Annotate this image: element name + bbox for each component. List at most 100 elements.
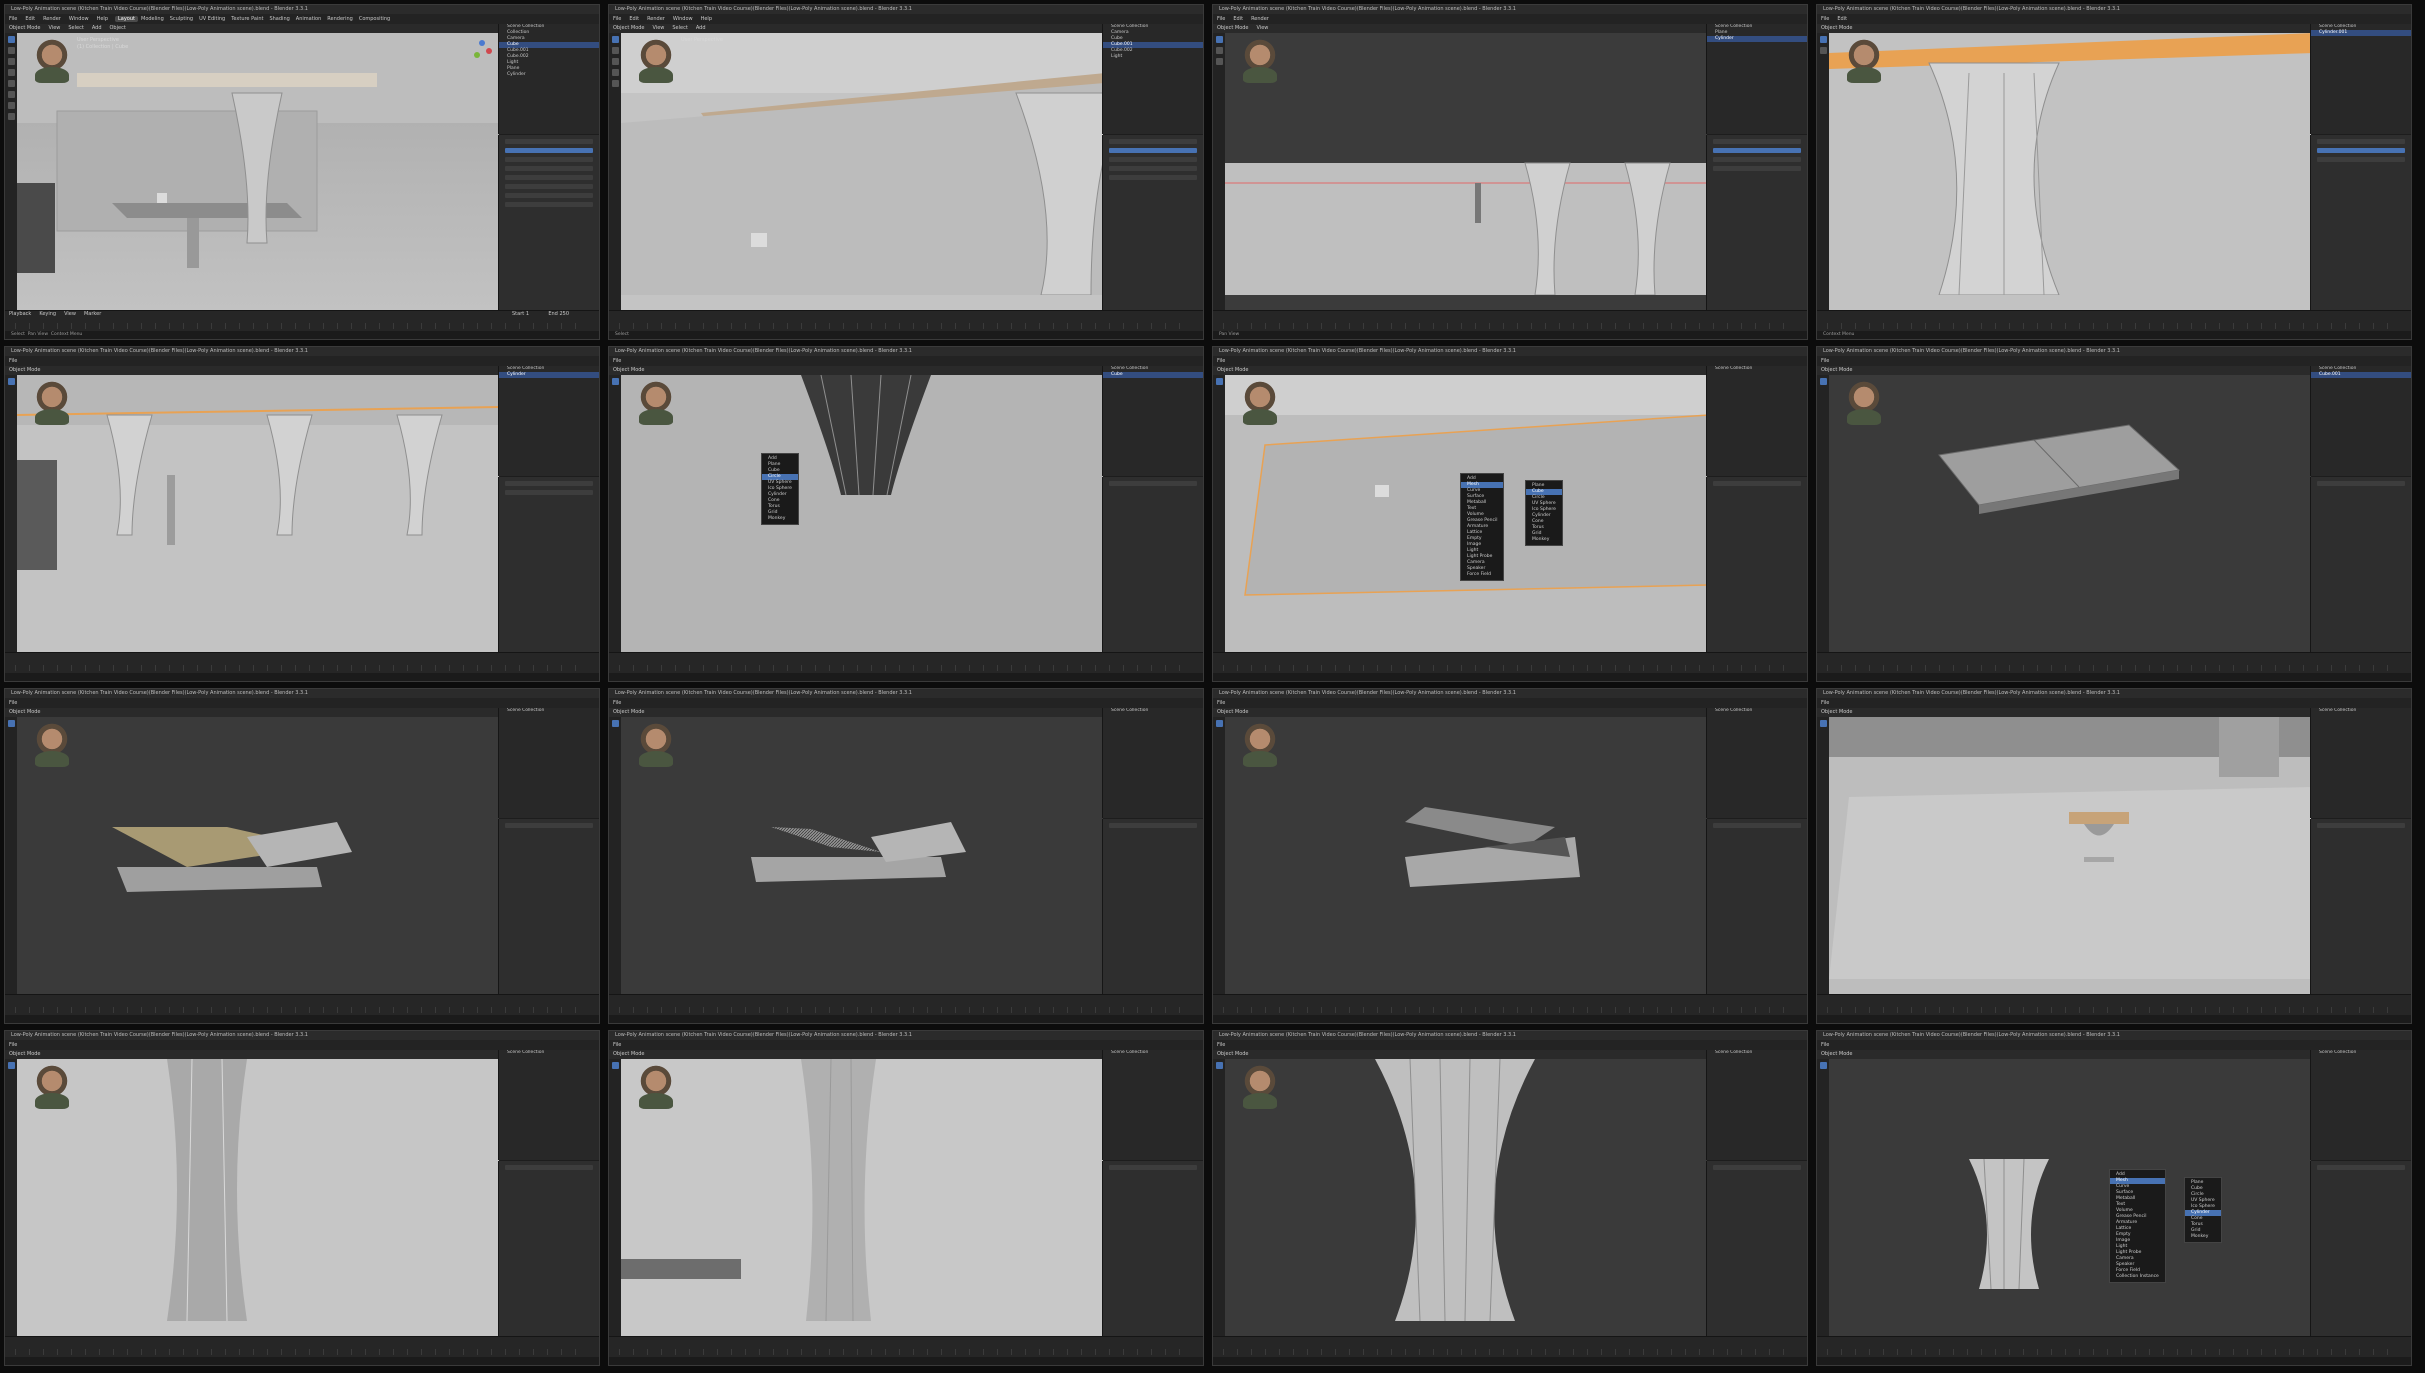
3d-viewport[interactable] [1225, 717, 1707, 995]
measure-tool-icon[interactable] [7, 113, 15, 120]
menu-file[interactable]: File [5, 358, 21, 364]
timeline[interactable] [1817, 652, 2411, 673]
outliner-item[interactable]: Cube [1103, 372, 1203, 378]
timeline[interactable] [609, 310, 1203, 331]
menu-file[interactable]: File [1817, 700, 1833, 706]
outliner-item[interactable]: Cylinder [499, 372, 599, 378]
timeline[interactable] [5, 994, 599, 1015]
menu-edit[interactable]: Edit [21, 16, 39, 22]
3d-viewport[interactable] [1829, 717, 2311, 995]
tab-shading[interactable]: Shading [266, 16, 292, 22]
select-tool-icon[interactable] [1215, 720, 1223, 727]
tab-texture-paint[interactable]: Texture Paint [228, 16, 266, 22]
timeline[interactable] [1817, 994, 2411, 1015]
outliner-item[interactable]: Cylinder [499, 72, 599, 78]
3d-viewport[interactable]: Add Mesh Curve Surface Metaball Text Vol… [1829, 1059, 2311, 1337]
start-frame-field[interactable]: 1 [526, 311, 529, 317]
menu-file[interactable]: File [1817, 358, 1833, 364]
3d-viewport[interactable]: Add Mesh Curve Surface Metaball Text Vol… [1225, 375, 1707, 653]
menu-file[interactable]: File [609, 16, 625, 22]
mode-dropdown[interactable]: Object Mode [5, 1051, 45, 1057]
mode-dropdown[interactable]: Object Mode [1817, 1051, 1857, 1057]
timeline[interactable] [1213, 1336, 1807, 1357]
scale-tool-icon[interactable] [7, 80, 15, 87]
select-tool-icon[interactable] [1819, 1062, 1827, 1069]
outliner-item[interactable]: Light [1103, 54, 1203, 60]
menu-render[interactable]: Render [643, 16, 669, 22]
menu-file[interactable]: File [609, 358, 625, 364]
menu-file[interactable]: File [5, 16, 21, 22]
rotate-tool-icon[interactable] [611, 69, 619, 76]
menu-edit[interactable]: Edit [1229, 16, 1247, 22]
mode-dropdown[interactable]: Object Mode [609, 1051, 649, 1057]
add-menu[interactable]: Add [88, 25, 106, 31]
move-tool-icon[interactable] [1215, 58, 1223, 65]
mode-dropdown[interactable]: Object Mode [5, 367, 45, 373]
timeline[interactable] [1817, 1336, 2411, 1357]
menu-file[interactable]: File [1817, 16, 1833, 22]
outliner-item[interactable]: Cylinder [1707, 36, 1807, 42]
move-tool-icon[interactable] [611, 58, 619, 65]
select-tool-icon[interactable] [611, 378, 619, 385]
select-tool-icon[interactable] [7, 1062, 15, 1069]
navigation-gizmo-icon[interactable] [471, 39, 493, 61]
menu-item-force-field[interactable]: Force Field [1461, 572, 1503, 578]
timeline[interactable] [1213, 310, 1807, 331]
tab-animation[interactable]: Animation [293, 16, 325, 22]
3d-viewport[interactable] [1829, 375, 2311, 653]
menu-file[interactable]: File [1213, 16, 1229, 22]
select-tool-icon[interactable] [611, 1062, 619, 1069]
menu-file[interactable]: File [1213, 1042, 1229, 1048]
timeline[interactable] [1213, 994, 1807, 1015]
tab-compositing[interactable]: Compositing [356, 16, 393, 22]
timeline[interactable] [1817, 310, 2411, 331]
mode-dropdown[interactable]: Object Mode [1213, 25, 1253, 31]
menu-file[interactable]: File [1817, 1042, 1833, 1048]
select-tool-icon[interactable] [1819, 378, 1827, 385]
timeline[interactable] [5, 1336, 599, 1357]
mode-dropdown[interactable]: Object Mode [1817, 709, 1857, 715]
tab-layout[interactable]: Layout [115, 16, 138, 22]
menu-render[interactable]: Render [39, 16, 65, 22]
timeline[interactable] [609, 994, 1203, 1015]
select-tool-icon[interactable] [611, 720, 619, 727]
outliner-item[interactable]: Cube.001 [2311, 372, 2411, 378]
annotate-tool-icon[interactable] [7, 102, 15, 109]
cursor-tool-icon[interactable] [1819, 47, 1827, 54]
outliner-item[interactable]: Cylinder.001 [2311, 30, 2411, 36]
transform-tool-icon[interactable] [7, 91, 15, 98]
end-frame-field[interactable]: 250 [559, 311, 569, 317]
menu-item-monkey[interactable]: Monkey [762, 516, 798, 522]
menu-file[interactable]: File [609, 1042, 625, 1048]
mode-dropdown[interactable]: Object Mode [609, 367, 649, 373]
tab-modeling[interactable]: Modeling [138, 16, 167, 22]
3d-viewport[interactable] [621, 717, 1103, 995]
mode-dropdown[interactable]: Object Mode [1213, 709, 1253, 715]
3d-viewport[interactable]: Add Plane Cube Circle UV Sphere Ico Sphe… [621, 375, 1103, 653]
select-tool-icon[interactable] [611, 36, 619, 43]
3d-viewport[interactable] [1225, 33, 1707, 311]
3d-viewport[interactable]: User Perspective [621, 33, 1103, 311]
select-menu[interactable]: Select [668, 25, 691, 31]
timeline[interactable] [1213, 652, 1807, 673]
menu-render[interactable]: Render [1247, 16, 1273, 22]
select-tool-icon[interactable] [1819, 36, 1827, 43]
menu-file[interactable]: File [1213, 358, 1229, 364]
timeline-view[interactable]: View [60, 311, 80, 317]
select-tool-icon[interactable] [1215, 36, 1223, 43]
tab-uv-editing[interactable]: UV Editing [196, 16, 228, 22]
menu-help[interactable]: Help [93, 16, 112, 22]
timeline-playback[interactable]: Playback [5, 311, 35, 317]
cursor-tool-icon[interactable] [7, 47, 15, 54]
scale-tool-icon[interactable] [611, 80, 619, 87]
3d-viewport[interactable] [17, 1059, 499, 1337]
mode-dropdown[interactable]: Object Mode [5, 25, 45, 31]
menu-help[interactable]: Help [697, 16, 716, 22]
menu-item-monkey[interactable]: Monkey [1526, 537, 1562, 543]
menu-file[interactable]: File [609, 700, 625, 706]
mode-dropdown[interactable]: Object Mode [1213, 1051, 1253, 1057]
select-tool-icon[interactable] [7, 720, 15, 727]
3d-viewport[interactable] [1829, 33, 2311, 311]
menu-file[interactable]: File [5, 700, 21, 706]
menu-file[interactable]: File [1213, 700, 1229, 706]
